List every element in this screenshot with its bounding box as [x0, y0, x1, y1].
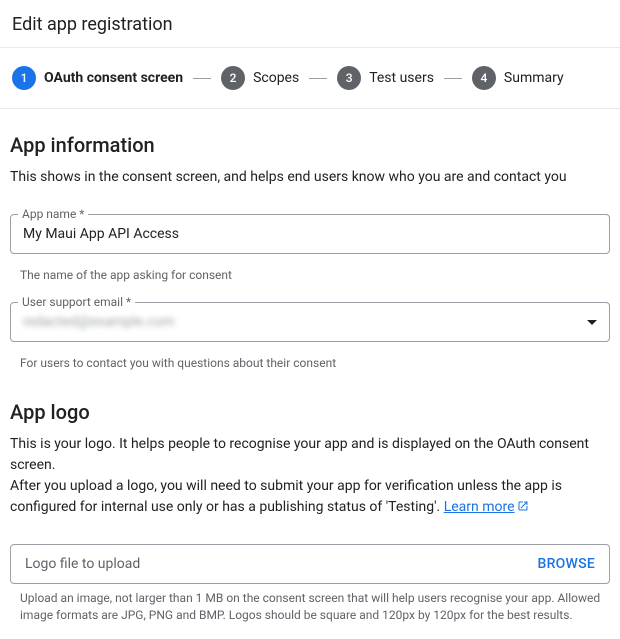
app-info-heading: App information: [10, 133, 610, 157]
app-name-outline: [10, 214, 610, 254]
page-title: Edit app registration: [12, 14, 608, 35]
step-number: 1: [12, 66, 36, 90]
logo-upload-helper: Upload an image, not larger than 1 MB on…: [10, 584, 610, 624]
page-header: Edit app registration: [0, 0, 620, 48]
app-name-input[interactable]: [23, 226, 597, 242]
app-name-helper: The name of the app asking for consent: [10, 262, 610, 282]
step-label: OAuth consent screen: [44, 70, 183, 86]
logo-upload-box: Logo file to upload BROWSE: [10, 544, 610, 584]
logo-upload-placeholder: Logo file to upload: [25, 556, 140, 572]
step-number: 4: [472, 66, 496, 90]
app-name-label: App name *: [18, 207, 88, 221]
step-summary[interactable]: 4 Summary: [472, 66, 564, 90]
support-email-helper: For users to contact you with questions …: [10, 350, 610, 370]
step-separator: [444, 78, 462, 79]
step-label: Scopes: [253, 70, 299, 86]
app-name-field: App name *: [10, 214, 610, 254]
step-scopes[interactable]: 2 Scopes: [221, 66, 299, 90]
step-separator: [193, 78, 211, 79]
content: App information This shows in the consen…: [0, 109, 620, 634]
support-email-value: redacted@example.com: [23, 314, 175, 330]
step-oauth-consent[interactable]: 1 OAuth consent screen: [12, 66, 183, 90]
step-number: 2: [221, 66, 245, 90]
external-link-icon: [517, 500, 529, 512]
learn-more-text: Learn more: [444, 499, 515, 515]
app-logo-description: This is your logo. It helps people to re…: [10, 434, 610, 518]
chevron-down-icon: [587, 320, 597, 325]
step-separator: [309, 78, 327, 79]
stepper: 1 OAuth consent screen 2 Scopes 3 Test u…: [0, 48, 620, 109]
app-info-description: This shows in the consent screen, and he…: [10, 167, 610, 188]
browse-button[interactable]: BROWSE: [537, 556, 595, 572]
step-label: Test users: [369, 70, 434, 86]
app-logo-heading: App logo: [10, 400, 610, 424]
step-test-users[interactable]: 3 Test users: [337, 66, 434, 90]
learn-more-link[interactable]: Learn more: [444, 499, 529, 515]
support-email-label: User support email *: [18, 295, 135, 309]
support-email-field: User support email * redacted@example.co…: [10, 302, 610, 342]
app-logo-desc-line1: This is your logo. It helps people to re…: [10, 436, 589, 473]
step-number: 3: [337, 66, 361, 90]
step-label: Summary: [504, 70, 564, 86]
